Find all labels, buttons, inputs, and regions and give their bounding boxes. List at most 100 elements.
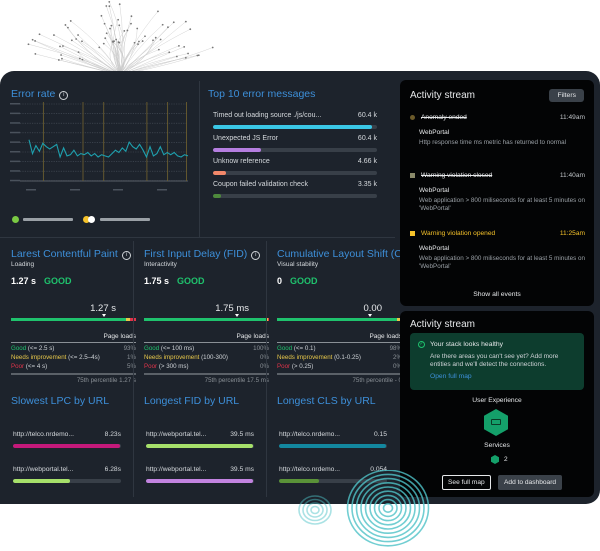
event-item[interactable]: Warning violation opened 11:25am WebPortal… — [410, 230, 585, 271]
network-node — [108, 0, 111, 3]
error-count: 3.35 k — [357, 181, 377, 188]
network-node — [38, 33, 41, 36]
marker-triangle-icon — [235, 314, 239, 317]
percentile: 75th percentile - 0 — [277, 373, 402, 384]
legend-toggle[interactable] — [83, 216, 96, 223]
row-range: (> 300 ms) — [158, 363, 189, 370]
event-title: Warning violation opened — [421, 230, 496, 237]
network-node — [211, 46, 214, 49]
row-status: Needs improvement — [277, 354, 333, 361]
url-value: 39.5 ms — [230, 431, 254, 438]
filters-button[interactable]: Filters — [549, 89, 584, 102]
distribution-row: Good (<= 2.5 s) 93% — [11, 345, 136, 352]
vital-distribution-bar — [277, 318, 402, 321]
event-time: 11:49am — [559, 114, 585, 121]
network-node — [103, 22, 106, 25]
network-node — [81, 58, 84, 61]
vital-title: First Input Delay (FID) i — [144, 248, 269, 260]
distribution-row: Poor (<= 4 s) 5% — [11, 363, 136, 370]
open-full-map-link[interactable]: Open full map — [418, 373, 576, 380]
url-section-title: Longest CLS by URL — [277, 395, 376, 407]
add-to-dashboard-button[interactable]: Add to dashboard — [498, 475, 563, 490]
network-node — [53, 34, 55, 36]
divider — [133, 241, 134, 497]
url-row[interactable]: http://webportal.tel... 39.5 ms — [146, 431, 254, 448]
see-full-map-button[interactable]: See full map — [442, 475, 491, 490]
fingerprint-ring — [360, 481, 416, 535]
network-node — [59, 45, 61, 48]
row-label: Good (<= 100 ms) — [144, 345, 194, 352]
row-range: (<= 100 ms) — [160, 345, 195, 352]
activity-title: Activity stream — [410, 90, 476, 101]
y-tick-label — [10, 170, 20, 172]
activity-map-title: Activity stream — [410, 319, 476, 330]
row-range: (<= 2.5–4s) — [68, 354, 100, 361]
event-entity: WebPortal — [419, 187, 450, 194]
row-status: Poor — [11, 363, 25, 370]
percentile: 75th percentile 1.27 s — [11, 373, 136, 384]
error-row[interactable]: Timed out loading source ./js/cou... 60.4… — [213, 112, 377, 129]
x-tick-label — [157, 189, 167, 191]
vital-number: 1.75 s — [144, 276, 170, 286]
vital-title: Cumulative Layout Shift (CL — [277, 248, 402, 260]
vital-subtitle: Loading — [11, 261, 35, 268]
page-loads-header: Page loads — [144, 333, 269, 343]
network-node — [115, 38, 118, 41]
distribution-row: Needs improvement (100-300) 0% — [144, 354, 269, 361]
error-row[interactable]: Coupon failed validation check 3.35 k — [213, 181, 377, 198]
row-range: (> 0.25) — [291, 363, 314, 370]
error-bar-track — [213, 148, 377, 152]
info-icon[interactable]: i — [121, 251, 131, 260]
event-item[interactable]: Warning violation closed 11:40am WebPortal… — [410, 172, 585, 213]
fingerprint-ring — [310, 505, 320, 515]
url-row[interactable]: http://webportal.tel... 6.28s — [13, 466, 121, 483]
url-bar-track — [279, 444, 387, 448]
info-icon[interactable]: i — [251, 251, 261, 260]
row-label: Good (<= 0.1) — [277, 345, 316, 352]
distribution-row: Poor (> 300 ms) 0% — [144, 363, 269, 370]
url-row[interactable]: http://webportal.tel... 39.5 ms — [146, 466, 254, 483]
network-node — [31, 38, 34, 41]
vital-value: 0 GOOD — [277, 276, 402, 286]
row-label: Needs improvement (<= 2.5–4s) — [11, 354, 100, 361]
y-tick-label — [10, 151, 20, 153]
event-title-wrap: Warning violation closed — [410, 172, 492, 179]
page-loads-header: Page loads — [11, 333, 136, 343]
row-range: (<= 2.5 s) — [27, 345, 55, 352]
network-node — [109, 27, 111, 30]
network-node — [130, 15, 133, 18]
event-item[interactable]: Anomaly ended 11:49am WebPortal Http respon… — [410, 114, 585, 147]
error-message: Unknow reference — [213, 158, 270, 165]
url-bar-fill — [13, 479, 71, 483]
error-count: 4.66 k — [357, 158, 377, 165]
percentile: 75th percentile 17.5 ms — [144, 373, 269, 384]
network-node — [144, 35, 146, 38]
row-status: Good — [277, 345, 293, 352]
network-node — [102, 42, 105, 45]
network-node — [118, 24, 121, 27]
url-bar-track — [146, 444, 254, 448]
vital-subtitle: Interactivity — [144, 261, 177, 268]
network-node — [34, 40, 36, 42]
network-node — [133, 41, 136, 44]
row-status: Needs improvement — [11, 354, 67, 361]
error-row[interactable]: Unexpected JS Error 60.4 k — [213, 135, 377, 152]
url-row[interactable]: http://telco.nrdemo... 8.23s — [13, 431, 121, 448]
network-node — [178, 44, 180, 47]
url-row[interactable]: http://telco.nrdemo... 0.15 — [279, 431, 387, 448]
error-row[interactable]: Unknow reference 4.66 k — [213, 158, 377, 175]
url-value: 39.5 ms — [230, 466, 254, 473]
url-text: http://webportal.tel... — [13, 466, 74, 473]
show-all-events-link[interactable]: Show all events — [400, 291, 594, 298]
browser-app-icon[interactable] — [484, 409, 508, 436]
network-node — [197, 54, 200, 57]
fingerprint-decoration — [298, 470, 430, 547]
y-tick-label — [10, 141, 20, 143]
vital-title-text: Larest Contentful Paint — [11, 248, 118, 260]
distribution-row: Needs improvement (<= 2.5–4s) 1% — [11, 354, 136, 361]
network-node — [189, 28, 192, 31]
url-text: http://webportal.tel... — [146, 431, 207, 438]
network-strand — [120, 16, 132, 72]
error-message: Unexpected JS Error — [213, 135, 278, 142]
url-text: http://telco.nrdemo... — [13, 431, 74, 438]
